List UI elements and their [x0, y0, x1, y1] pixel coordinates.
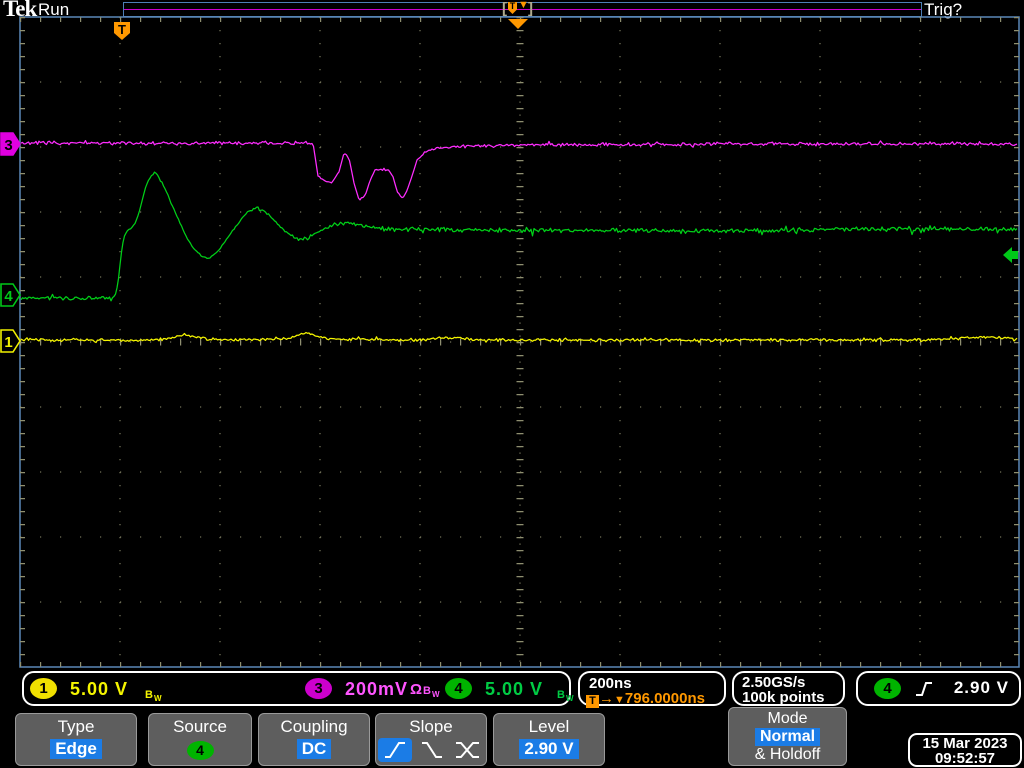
- arrow-icon: →: [599, 690, 614, 707]
- mode-value: Normal: [754, 728, 821, 746]
- trigger-t-icon: T: [586, 695, 599, 708]
- menu-button-slope[interactable]: Slope: [375, 713, 487, 766]
- ch1-badge[interactable]: 1: [30, 678, 57, 699]
- ch3-impedance-bandwidth: ΩBW: [410, 681, 441, 699]
- ch4-scale: 5.00 V: [485, 679, 544, 699]
- channel-readout-bar[interactable]: 1 5.00 V BW 3 200mV ΩBW 4 5.00 V BW: [22, 671, 574, 706]
- trigger-position-flag-label: T: [118, 22, 126, 37]
- graticule: 3 4 1 T: [0, 16, 1020, 668]
- source-channel-badge: 4: [186, 741, 214, 760]
- type-value: Edge: [50, 739, 102, 759]
- trigger-level-arrow-icon[interactable]: [1003, 247, 1018, 263]
- slope-either-icon[interactable]: [454, 739, 482, 761]
- ch4-bandwidth-icon: BW: [557, 689, 575, 703]
- timebase-readout[interactable]: 200ns T →▼796.0000ns: [578, 671, 726, 708]
- menu-title: Slope: [409, 717, 453, 736]
- triangle-icon: ▼: [614, 694, 625, 706]
- ch3-scale: 200mV: [345, 679, 409, 699]
- slope-falling-icon[interactable]: [419, 739, 445, 761]
- channel-marker-label: 3: [4, 137, 12, 154]
- mode-suffix: & Holdoff: [754, 746, 821, 763]
- trigger-readout[interactable]: 4 2.90 V: [856, 671, 1021, 706]
- trigger-source-badge[interactable]: 4: [874, 678, 901, 699]
- datetime-display: 15 Mar 2023 09:52:57: [908, 733, 1022, 767]
- menu-title: Coupling: [280, 717, 348, 736]
- waveform-ch1: [20, 331, 1018, 344]
- channel-marker-1[interactable]: 1: [0, 329, 21, 353]
- ohm-icon: Ω: [410, 681, 424, 698]
- grid-lines: [19, 16, 1020, 668]
- channel-marker-label: 4: [4, 288, 13, 305]
- ch4-badge[interactable]: 4: [445, 678, 472, 699]
- channel-marker-3[interactable]: 3: [0, 132, 21, 156]
- menu-button-mode[interactable]: Mode Normal & Holdoff: [728, 707, 847, 766]
- menu-title: Level: [528, 717, 570, 736]
- menu-title: Mode: [767, 710, 808, 727]
- menu-title: Source: [173, 717, 227, 736]
- waveform-ch4: [20, 171, 1018, 302]
- trigger-position-flag[interactable]: T: [114, 22, 130, 40]
- waveform-ch3: [20, 139, 1018, 201]
- date: 15 Mar 2023: [922, 735, 1008, 752]
- menu-title: Type: [57, 717, 95, 736]
- menu-button-source[interactable]: Source 4: [148, 713, 252, 766]
- time: 09:52:57: [934, 750, 996, 767]
- trigger-delay-readout: T →▼796.0000ns: [586, 690, 705, 708]
- slope-rising-icon[interactable]: [378, 738, 413, 762]
- menu-button-level[interactable]: Level 2.90 V: [493, 713, 605, 766]
- channel-marker-label: 1: [4, 334, 12, 351]
- menu-button-coupling[interactable]: Coupling DC: [258, 713, 370, 766]
- acquisition-readout[interactable]: 2.50GS/s 100k points: [732, 671, 845, 706]
- ch1-scale: 5.00 V: [70, 679, 129, 699]
- menu-button-type[interactable]: Type Edge: [15, 713, 137, 766]
- ch3-badge[interactable]: 3: [305, 678, 332, 699]
- expansion-point-triangle-icon[interactable]: [508, 19, 528, 29]
- channel-marker-4[interactable]: 4: [0, 283, 21, 307]
- ch1-bandwidth-icon: BW: [145, 689, 163, 703]
- level-value: 2.90 V: [519, 739, 579, 759]
- trigger-level-value: 2.90 V: [953, 678, 1009, 697]
- waveform-traces: [20, 139, 1018, 344]
- record-length: 100k points: [742, 689, 825, 706]
- coupling-value: DC: [296, 739, 332, 759]
- trigger-slope-icon: [916, 682, 932, 696]
